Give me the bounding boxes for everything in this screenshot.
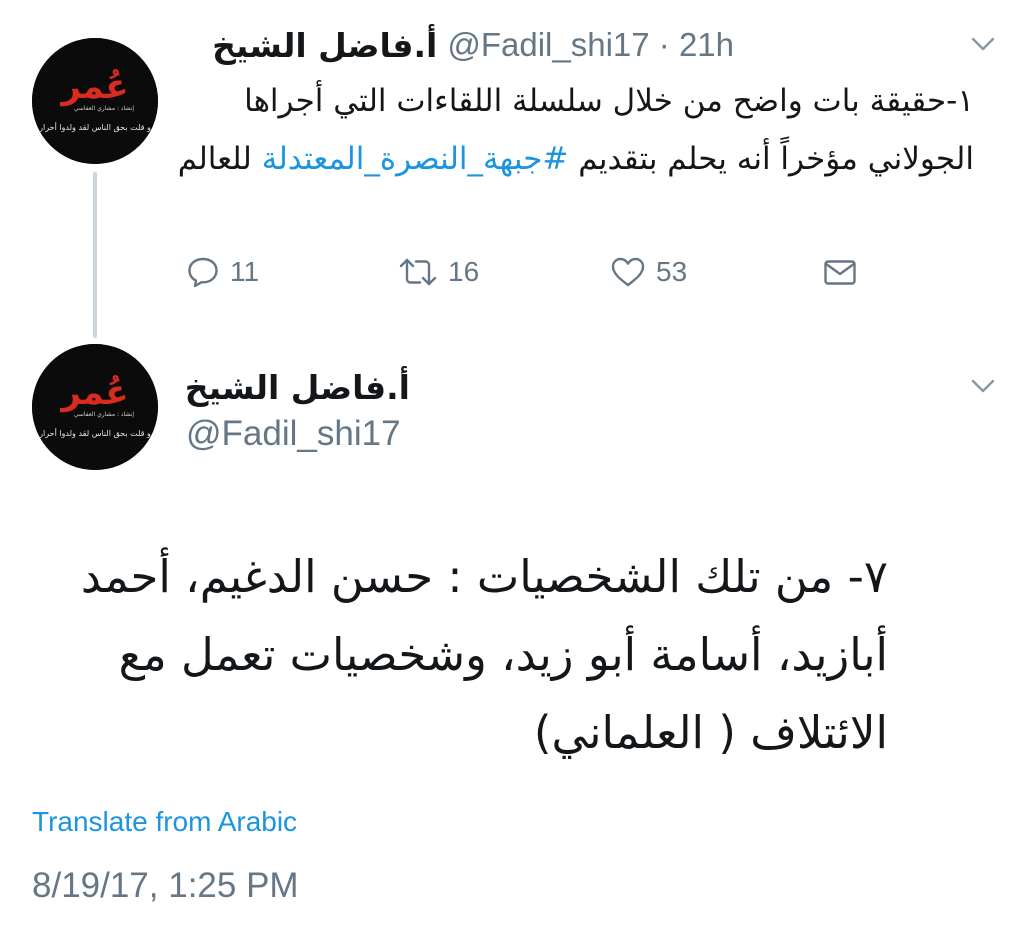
tweet2-handle[interactable]: @Fadil_shi17 xyxy=(186,414,401,454)
hashtag-link[interactable]: #جبهة_النصرة_المعتدلة xyxy=(262,141,569,177)
reply-button[interactable]: 11 xyxy=(186,248,259,296)
chevron-down-icon[interactable] xyxy=(970,34,996,54)
tweet1-header: أ.فاضل الشيخ @Fadil_shi17 · 21h xyxy=(212,20,734,70)
reply-count: 11 xyxy=(230,256,260,287)
avatar-logo-text: عُمر xyxy=(59,67,128,107)
tweet1-text-part2: للعالم xyxy=(177,141,262,177)
avatar-tagline: و قلت بحق الناس لقد ولدوا أحرار xyxy=(38,122,151,132)
reply-icon xyxy=(188,257,218,288)
retweet-icon xyxy=(399,258,437,286)
avatar[interactable]: عُمر إنشاد : مشاري العفاسي و قلت بحق الن… xyxy=(32,38,158,164)
avatar-image: عُمر إنشاد : مشاري العفاسي و قلت بحق الن… xyxy=(32,344,158,470)
tweet1-action-bar: 11 16 53 xyxy=(186,248,866,296)
avatar[interactable]: عُمر إنشاد : مشاري العفاسي و قلت بحق الن… xyxy=(32,344,158,470)
envelope-icon xyxy=(824,260,856,285)
avatar-image: عُمر إنشاد : مشاري العفاسي و قلت بحق الن… xyxy=(32,38,158,164)
retweet-button[interactable]: 16 xyxy=(398,248,479,296)
direct-message-button[interactable] xyxy=(822,248,858,296)
tweet2-text: ٧- من تلك الشخصيات : حسن الدغيم، أحمد أب… xyxy=(80,550,888,759)
avatar-subtext: إنشاد : مشاري العفاسي xyxy=(74,105,135,112)
like-button[interactable]: 53 xyxy=(610,248,687,296)
retweet-count: 16 xyxy=(448,256,480,287)
thread-connector-line xyxy=(93,172,97,338)
like-count: 53 xyxy=(656,256,688,287)
tweet1-display-name[interactable]: أ.فاضل الشيخ xyxy=(212,26,437,65)
avatar-subtext: إنشاد : مشاري العفاسي xyxy=(74,411,135,418)
tweet2-display-name[interactable]: أ.فاضل الشيخ xyxy=(185,368,410,407)
chevron-down-icon[interactable] xyxy=(970,376,996,396)
avatar-tagline: و قلت بحق الناس لقد ولدوا أحرار xyxy=(38,428,151,438)
translate-link[interactable]: Translate from Arabic xyxy=(32,806,297,838)
avatar-logo-text: عُمر xyxy=(59,373,128,413)
tweet1-text: ١-حقيقة بات واضح من خلال سلسلة اللقاءات … xyxy=(174,72,974,188)
tweet2-timestamp[interactable]: 8/19/17, 1:25 PM xyxy=(32,866,299,906)
tweet1-handle-time[interactable]: @Fadil_shi17 · 21h xyxy=(447,26,734,64)
heart-icon xyxy=(611,257,645,287)
